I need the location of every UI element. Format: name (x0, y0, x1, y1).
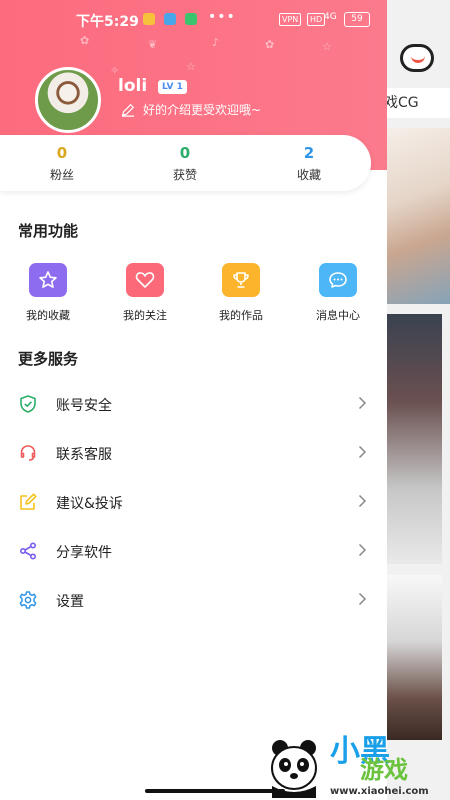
more-notifications-icon: ••• (208, 9, 236, 25)
trophy-icon (222, 263, 260, 297)
service-share-app[interactable]: 分享软件 (0, 529, 387, 573)
username[interactable]: loli (118, 76, 147, 96)
service-label: 联系客服 (56, 447, 112, 463)
stat-fans[interactable]: 0 粉丝 (32, 144, 92, 183)
section-title-common: 常用功能 (18, 222, 79, 240)
decor-icon: ☆ (186, 60, 196, 73)
home-indicator[interactable] (145, 789, 285, 793)
func-message-center[interactable]: 消息中心 (303, 263, 373, 323)
func-label: 我的作品 (219, 309, 263, 322)
level-badge: LV 1 (158, 80, 187, 94)
signal-indicator: 4G (324, 12, 337, 22)
edit-icon (20, 493, 37, 510)
chat-bubble-icon[interactable] (400, 44, 434, 72)
bio-text[interactable]: 好的介绍更受欢迎哦~ (143, 101, 261, 118)
background-artwork[interactable] (380, 575, 442, 740)
status-bar: 下午5:29 ••• VPN HD 4G 59 (0, 0, 387, 40)
status-time: 下午5:29 (76, 14, 139, 30)
chat-icon (319, 263, 357, 297)
hd-indicator: HD (307, 13, 326, 26)
func-label: 消息中心 (316, 309, 360, 322)
star-icon (29, 263, 67, 297)
stat-value: 2 (303, 144, 315, 162)
gear-icon (19, 591, 37, 609)
service-feedback[interactable]: 建议&投诉 (0, 480, 387, 524)
stat-label: 粉丝 (49, 168, 74, 182)
vpn-indicator: VPN (279, 13, 302, 26)
stat-value: 0 (56, 144, 68, 162)
service-account-security[interactable]: 账号安全 (0, 382, 387, 426)
section-title-more: 更多服务 (18, 350, 79, 368)
service-label: 分享软件 (56, 545, 112, 561)
side-drawer: ✿ ❦ ♪ ✿ ☆ ☆ ✧ 下午5:29 ••• VPN HD 4G 59 lo… (0, 0, 387, 800)
notification-app-icon (143, 13, 155, 25)
battery-icon: 59 (344, 12, 370, 27)
chevron-right-icon (358, 592, 367, 606)
func-my-favorites[interactable]: 我的收藏 (13, 263, 83, 323)
background-artwork[interactable] (380, 128, 450, 304)
avatar[interactable] (35, 67, 101, 133)
func-my-follows[interactable]: 我的关注 (110, 263, 180, 323)
chevron-right-icon (358, 396, 367, 410)
headset-icon (20, 445, 36, 461)
chevron-right-icon (358, 543, 367, 557)
pencil-icon[interactable] (121, 103, 135, 117)
share-icon (19, 542, 37, 560)
stat-favorites[interactable]: 2 收藏 (279, 144, 339, 183)
service-label: 账号安全 (56, 398, 112, 414)
background-tab[interactable]: 戏CG (376, 88, 450, 118)
stat-label: 获赞 (172, 168, 197, 182)
shield-icon (20, 395, 36, 413)
func-label: 我的关注 (123, 309, 167, 322)
func-my-works[interactable]: 我的作品 (206, 263, 276, 323)
service-label: 设置 (56, 594, 84, 610)
stats-card: 0 粉丝 0 获赞 2 收藏 (0, 135, 371, 191)
stat-label: 收藏 (296, 168, 321, 182)
chevron-right-icon (358, 445, 367, 459)
watermark-url: www.xiaohei.com (330, 786, 429, 797)
chevron-right-icon (358, 494, 367, 508)
stat-value: 0 (179, 144, 191, 162)
watermark-logo-text: 游戏 (360, 756, 408, 784)
heart-icon (126, 263, 164, 297)
func-label: 我的收藏 (26, 309, 70, 322)
background-artwork[interactable] (380, 314, 442, 564)
decor-icon: ☆ (322, 40, 332, 53)
notification-app-icon (185, 13, 197, 25)
stat-likes[interactable]: 0 获赞 (155, 144, 215, 183)
service-label: 建议&投诉 (56, 496, 123, 512)
service-contact-support[interactable]: 联系客服 (0, 431, 387, 475)
service-settings[interactable]: 设置 (0, 578, 387, 622)
telegram-icon (164, 13, 176, 25)
